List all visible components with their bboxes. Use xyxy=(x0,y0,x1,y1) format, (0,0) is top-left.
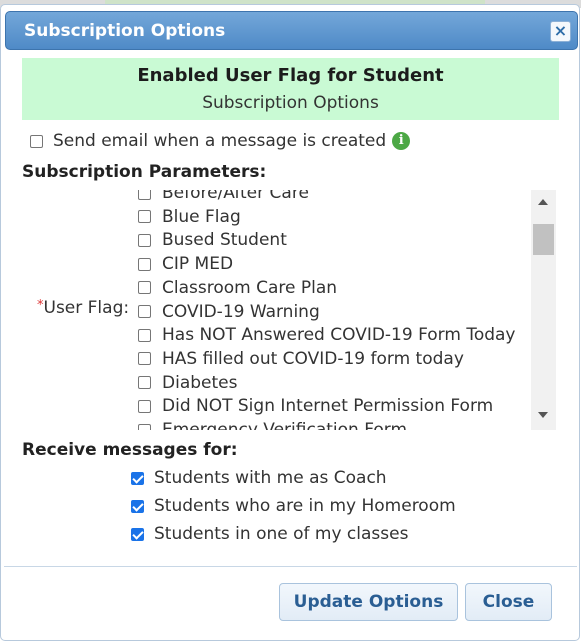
user-flag-label: *User Flag: xyxy=(37,298,129,318)
user-flag-item-label: Emergency Verification Form xyxy=(162,420,408,430)
user-flag-checkbox[interactable] xyxy=(138,328,151,342)
flag-list-scrollbar[interactable] xyxy=(531,190,556,430)
user-flag-item-label: Has NOT Answered COVID-19 Form Today xyxy=(162,325,516,346)
send-email-label: Send email when a message is created xyxy=(53,131,387,151)
send-email-option[interactable]: Send email when a message is created i xyxy=(30,130,411,152)
receive-option-label: Students who are in my Homeroom xyxy=(154,496,456,516)
update-options-button[interactable]: Update Options xyxy=(279,583,458,621)
receive-messages-heading: Receive messages for: xyxy=(22,440,238,460)
user-flag-item[interactable]: Emergency Verification Form xyxy=(138,419,407,430)
receive-option-label: Students in one of my classes xyxy=(154,524,409,544)
close-button[interactable]: Close xyxy=(465,583,552,621)
user-flag-item[interactable]: Bused Student xyxy=(138,229,287,251)
receive-option[interactable]: Students with me as Coach xyxy=(131,467,387,489)
user-flag-checkbox[interactable] xyxy=(138,352,151,366)
user-flag-checkbox[interactable] xyxy=(138,257,151,271)
user-flag-checkbox[interactable] xyxy=(138,376,151,390)
user-flag-item[interactable]: Did NOT Sign Internet Permission Form xyxy=(138,395,493,417)
user-flag-item[interactable]: Blue Flag xyxy=(138,206,241,228)
user-flag-checkbox[interactable] xyxy=(138,210,151,224)
user-flag-item-label: CIP MED xyxy=(162,254,234,275)
scroll-up-arrow-icon[interactable] xyxy=(538,199,548,205)
user-flag-item-label: Bused Student xyxy=(162,230,287,251)
user-flag-item-label: Before/After Care xyxy=(162,190,309,203)
user-flag-item[interactable]: HAS filled out COVID-19 form today xyxy=(138,348,464,370)
user-flag-item[interactable]: Diabetes xyxy=(138,372,237,394)
dialog-titlebar[interactable]: Subscription Options × xyxy=(5,11,578,50)
dialog-title: Subscription Options xyxy=(24,21,226,41)
receive-option[interactable]: Students who are in my Homeroom xyxy=(131,495,456,517)
user-flag-item[interactable]: COVID-19 Warning xyxy=(138,301,320,323)
user-flag-item[interactable]: Classroom Care Plan xyxy=(138,277,337,299)
receive-option-checkbox[interactable] xyxy=(131,527,144,541)
receive-option-label: Students with me as Coach xyxy=(154,468,387,488)
user-flag-item[interactable]: Has NOT Answered COVID-19 Form Today xyxy=(138,324,516,346)
user-flag-checkbox[interactable] xyxy=(138,281,151,295)
banner-title: Enabled User Flag for Student xyxy=(137,65,444,86)
receive-option-checkbox[interactable] xyxy=(131,471,144,485)
user-flag-item[interactable]: Before/After Care xyxy=(138,190,309,204)
user-flag-list[interactable]: Before/After Care Blue Flag Bused Student C… xyxy=(136,190,556,430)
user-flag-item-label: Did NOT Sign Internet Permission Form xyxy=(162,396,494,417)
receive-option[interactable]: Students in one of my classes xyxy=(131,523,408,545)
user-flag-checkbox[interactable] xyxy=(138,423,151,430)
user-flag-label-text: User Flag: xyxy=(43,298,130,318)
subscription-parameters-heading: Subscription Parameters: xyxy=(22,162,267,182)
user-flag-item-label: Blue Flag xyxy=(162,206,241,227)
user-flag-checkbox[interactable] xyxy=(138,399,151,413)
footer-divider xyxy=(4,566,577,567)
user-flag-item-label: COVID-19 Warning xyxy=(162,301,320,322)
user-flag-checkbox[interactable] xyxy=(138,233,151,247)
info-icon[interactable]: i xyxy=(392,132,411,150)
scroll-down-arrow-icon[interactable] xyxy=(538,412,548,418)
banner-subtitle: Subscription Options xyxy=(202,93,379,113)
send-email-checkbox[interactable] xyxy=(30,134,43,148)
scrollbar-thumb[interactable] xyxy=(533,224,554,255)
user-flag-checkbox[interactable] xyxy=(138,190,151,200)
close-icon[interactable]: × xyxy=(550,21,571,42)
status-banner: Enabled User Flag for Student Subscripti… xyxy=(22,58,559,120)
user-flag-item-label: HAS filled out COVID-19 form today xyxy=(162,348,464,369)
user-flag-item-label: Diabetes xyxy=(162,372,238,393)
receive-option-checkbox[interactable] xyxy=(131,499,144,513)
user-flag-checkbox[interactable] xyxy=(138,305,151,318)
user-flag-item-label: Classroom Care Plan xyxy=(162,277,338,298)
user-flag-item[interactable]: CIP MED xyxy=(138,253,233,275)
